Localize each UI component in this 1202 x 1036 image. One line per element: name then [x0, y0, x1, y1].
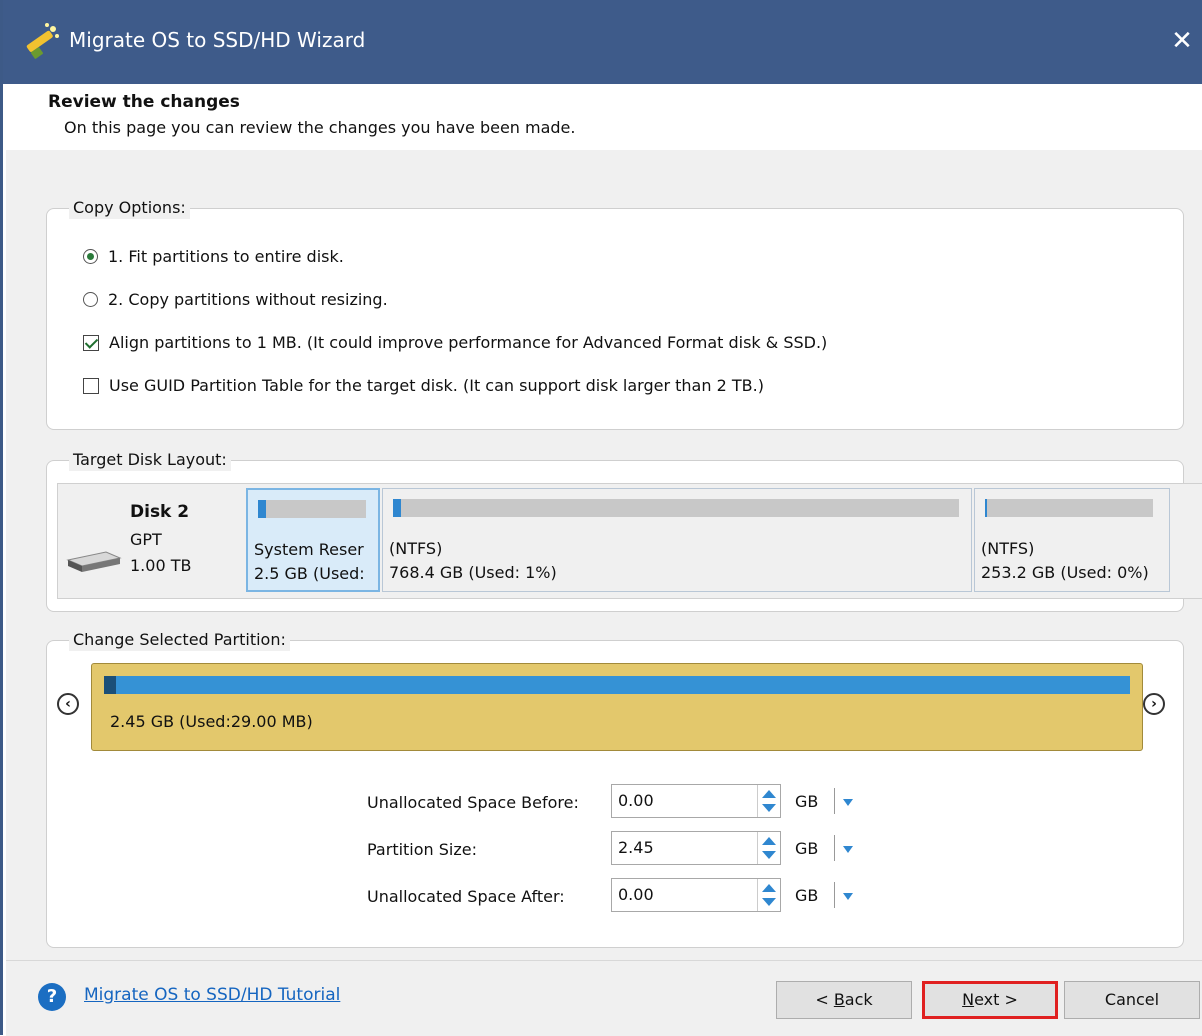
- partition-usage-fill: [393, 499, 401, 517]
- unit-separator: [834, 788, 835, 814]
- align-1mb-text: Align partitions to 1 MB. (It could impr…: [109, 333, 828, 352]
- partition-size: 2.5 GB (Used:: [254, 564, 365, 583]
- copy-without-resize-radio[interactable]: [83, 292, 98, 307]
- wizard-content: Copy Options: 1. Fit partitions to entir…: [6, 150, 1202, 960]
- disk-row: Disk 2 GPT 1.00 TB System Reser 2.5 GB (…: [57, 483, 1202, 599]
- partition-usage-fill: [258, 500, 266, 518]
- next-access-key: N: [962, 990, 975, 1009]
- spin-down-icon[interactable]: [762, 851, 776, 859]
- fit-partitions-option[interactable]: 1. Fit partitions to entire disk.: [83, 247, 344, 266]
- page-title: Review the changes: [48, 92, 240, 112]
- page-header: Review the changes On this page you can …: [6, 84, 1202, 151]
- wizard-window: Migrate OS to SSD/HD Wizard ✕ Review the…: [0, 0, 1202, 1036]
- unallocated-before-input[interactable]: 0.00: [611, 784, 781, 818]
- unit-label: GB: [795, 886, 819, 905]
- selected-partition-bar[interactable]: 2.45 GB (Used:29.00 MB): [91, 663, 1143, 751]
- copy-without-resize-text: 2. Copy partitions without resizing.: [108, 290, 388, 309]
- use-gpt-checkbox[interactable]: [83, 377, 99, 394]
- unit-separator: [834, 835, 835, 861]
- partition-size-input[interactable]: 2.45: [611, 831, 781, 865]
- copy-options-group: Copy Options: 1. Fit partitions to entir…: [46, 197, 1184, 430]
- partition-block[interactable]: (NTFS) 253.2 GB (Used: 0%): [974, 488, 1170, 592]
- change-partition-group: Change Selected Partition: ‹ 2.45 GB (Us…: [46, 629, 1184, 948]
- unallocated-after-label: Unallocated Space After:: [367, 887, 565, 906]
- partition-fs: System Reser: [254, 540, 364, 559]
- unit-label: GB: [795, 839, 819, 858]
- partition-fs: (NTFS): [981, 539, 1035, 558]
- unallocated-before-value: 0.00: [618, 791, 654, 810]
- spin-up-icon[interactable]: [762, 837, 776, 845]
- partition-size: 768.4 GB (Used: 1%): [389, 563, 557, 582]
- target-disk-group: Target Disk Layout: Disk 2 GPT 1.00 TB S…: [46, 449, 1202, 612]
- disk-type: GPT: [130, 530, 162, 549]
- disk-size: 1.00 TB: [130, 556, 192, 575]
- unallocated-before-label: Unallocated Space Before:: [367, 793, 579, 812]
- close-button[interactable]: ✕: [1163, 18, 1201, 64]
- wizard-footer: ? Migrate OS to SSD/HD Tutorial < Back N…: [6, 960, 1202, 1036]
- spin-down-icon[interactable]: [762, 898, 776, 906]
- unit-separator: [834, 882, 835, 908]
- copy-options-label: Copy Options:: [69, 197, 190, 219]
- back-prefix: <: [815, 990, 834, 1009]
- disk-name: Disk 2: [130, 502, 190, 522]
- partition-size-label: Partition Size:: [367, 840, 477, 859]
- partition-usage-bar: [393, 499, 959, 517]
- unit-label: GB: [795, 792, 819, 811]
- next-partition-button[interactable]: ›: [1143, 693, 1165, 715]
- spin-up-icon[interactable]: [762, 884, 776, 892]
- align-1mb-option[interactable]: Align partitions to 1 MB. (It could impr…: [83, 333, 827, 352]
- unallocated-after-input[interactable]: 0.00: [611, 878, 781, 912]
- copy-without-resize-option[interactable]: 2. Copy partitions without resizing.: [83, 290, 388, 309]
- next-rest: ext >: [974, 990, 1018, 1009]
- fit-partitions-radio[interactable]: [83, 249, 98, 264]
- partition-fs: (NTFS): [389, 539, 443, 558]
- spin-up-icon[interactable]: [762, 790, 776, 798]
- back-button[interactable]: < Back: [776, 981, 912, 1019]
- partition-usage-bar: [258, 500, 366, 518]
- unit-dropdown-icon[interactable]: [843, 893, 853, 900]
- partition-size: 253.2 GB (Used: 0%): [981, 563, 1149, 582]
- previous-partition-button[interactable]: ‹: [57, 693, 79, 715]
- use-gpt-option[interactable]: Use GUID Partition Table for the target …: [83, 376, 764, 395]
- partition-block[interactable]: (NTFS) 768.4 GB (Used: 1%): [382, 488, 972, 592]
- tutorial-link[interactable]: Migrate OS to SSD/HD Tutorial: [84, 985, 340, 1005]
- back-rest: ack: [844, 990, 873, 1009]
- wizard-wand-icon: [26, 23, 59, 59]
- partition-size-spinner[interactable]: [757, 832, 780, 864]
- fit-partitions-text: 1. Fit partitions to entire disk.: [108, 247, 344, 266]
- spin-down-icon[interactable]: [762, 804, 776, 812]
- partition-usage-fill: [985, 499, 987, 517]
- partition-usage-bar: [985, 499, 1153, 517]
- page-subtitle: On this page you can review the changes …: [64, 118, 576, 137]
- partition-resize-track[interactable]: [104, 676, 1130, 694]
- chevron-left-icon: ‹: [65, 696, 71, 712]
- next-button[interactable]: Next >: [922, 981, 1058, 1019]
- window-title: Migrate OS to SSD/HD Wizard: [69, 28, 366, 52]
- align-1mb-checkbox[interactable]: [83, 334, 99, 351]
- cancel-button[interactable]: Cancel: [1064, 981, 1200, 1019]
- help-icon[interactable]: ?: [38, 983, 66, 1011]
- back-access-key: B: [833, 990, 845, 1009]
- title-bar: Migrate OS to SSD/HD Wizard ✕: [3, 0, 1202, 84]
- close-icon: ✕: [1171, 26, 1193, 56]
- partition-used-fill: [104, 676, 117, 694]
- disk-info: Disk 2 GPT 1.00 TB: [58, 484, 244, 598]
- unit-dropdown-icon[interactable]: [843, 846, 853, 853]
- change-partition-label: Change Selected Partition:: [69, 629, 290, 651]
- selected-partition-label: 2.45 GB (Used:29.00 MB): [110, 712, 313, 731]
- hard-drive-icon: [66, 551, 122, 572]
- unit-dropdown-icon[interactable]: [843, 799, 853, 806]
- unallocated-before-spinner[interactable]: [757, 785, 780, 817]
- chevron-right-icon: ›: [1151, 696, 1157, 712]
- use-gpt-text: Use GUID Partition Table for the target …: [109, 376, 764, 395]
- partition-size-value: 2.45: [618, 838, 654, 857]
- unallocated-after-value: 0.00: [618, 885, 654, 904]
- target-disk-label: Target Disk Layout:: [69, 449, 231, 471]
- unallocated-after-spinner[interactable]: [757, 879, 780, 911]
- partition-block[interactable]: System Reser 2.5 GB (Used:: [246, 488, 380, 592]
